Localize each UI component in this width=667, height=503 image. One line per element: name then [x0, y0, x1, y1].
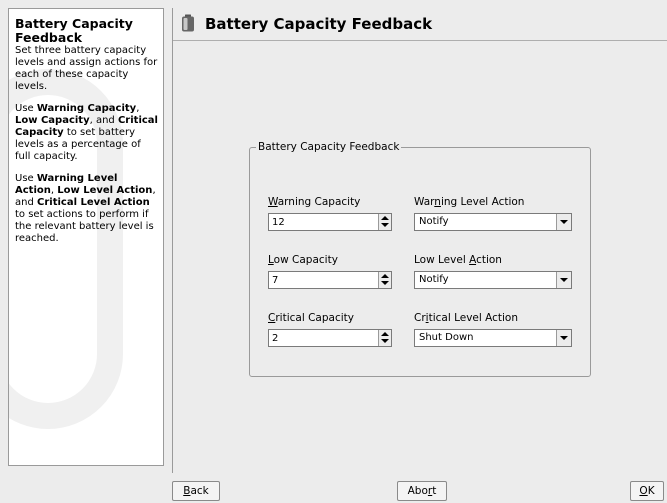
- critical-capacity-label: Critical Capacity: [268, 312, 354, 324]
- battery-capacity-group: Battery Capacity Feedback Warning Capaci…: [249, 141, 591, 377]
- chevron-down-icon[interactable]: [556, 330, 571, 346]
- low-action-label: Low Level Action: [414, 254, 502, 266]
- back-button[interactable]: Back: [172, 481, 220, 501]
- chevron-down-icon[interactable]: [556, 214, 571, 230]
- increment-arrow-icon[interactable]: [381, 274, 389, 278]
- help-paragraph-1: Set three battery capacity levels and as…: [15, 45, 158, 92]
- warning-capacity-spinbox[interactable]: [268, 213, 392, 231]
- abort-button[interactable]: Abort: [397, 481, 447, 501]
- dialog-header: Battery Capacity Feedback: [173, 8, 667, 41]
- decrement-arrow-icon[interactable]: [381, 339, 389, 343]
- low-action-select[interactable]: Notify: [414, 271, 572, 289]
- decrement-arrow-icon[interactable]: [381, 281, 389, 285]
- critical-capacity-stepper[interactable]: [378, 330, 391, 346]
- help-title: Battery Capacity Feedback: [15, 16, 133, 45]
- warning-action-select[interactable]: Notify: [414, 213, 572, 231]
- help-paragraph-3: Use Warning Level Action, Low Level Acti…: [15, 173, 156, 244]
- critical-capacity-input[interactable]: [269, 330, 380, 346]
- ok-button[interactable]: OK: [630, 481, 664, 501]
- page-title: Battery Capacity Feedback: [205, 15, 433, 33]
- warning-capacity-stepper[interactable]: [378, 214, 391, 230]
- increment-arrow-icon[interactable]: [381, 216, 389, 220]
- warning-capacity-label: Warning Capacity: [268, 196, 361, 208]
- group-legend: Battery Capacity Feedback: [258, 141, 400, 153]
- warning-action-value: Notify: [419, 216, 449, 227]
- warning-capacity-input[interactable]: [269, 214, 380, 230]
- critical-action-label: Critical Level Action: [414, 312, 519, 324]
- critical-action-select[interactable]: Shut Down: [414, 329, 572, 347]
- help-paragraph-2: Use Warning Capacity, Low Capacity, and …: [15, 103, 158, 162]
- main-panel: Battery Capacity Feedback Battery Capaci…: [172, 8, 667, 473]
- critical-action-value: Shut Down: [419, 332, 474, 343]
- low-action-value: Notify: [419, 274, 449, 285]
- low-capacity-input[interactable]: [269, 272, 380, 288]
- low-capacity-stepper[interactable]: [378, 272, 391, 288]
- chevron-down-icon[interactable]: [556, 272, 571, 288]
- battery-icon: [182, 14, 194, 32]
- critical-capacity-spinbox[interactable]: [268, 329, 392, 347]
- increment-arrow-icon[interactable]: [381, 332, 389, 336]
- help-panel: Battery Capacity Feedback Set three batt…: [8, 8, 164, 466]
- low-capacity-label: Low Capacity: [268, 254, 338, 266]
- decrement-arrow-icon[interactable]: [381, 223, 389, 227]
- low-capacity-spinbox[interactable]: [268, 271, 392, 289]
- warning-action-label: Warning Level Action: [414, 196, 525, 208]
